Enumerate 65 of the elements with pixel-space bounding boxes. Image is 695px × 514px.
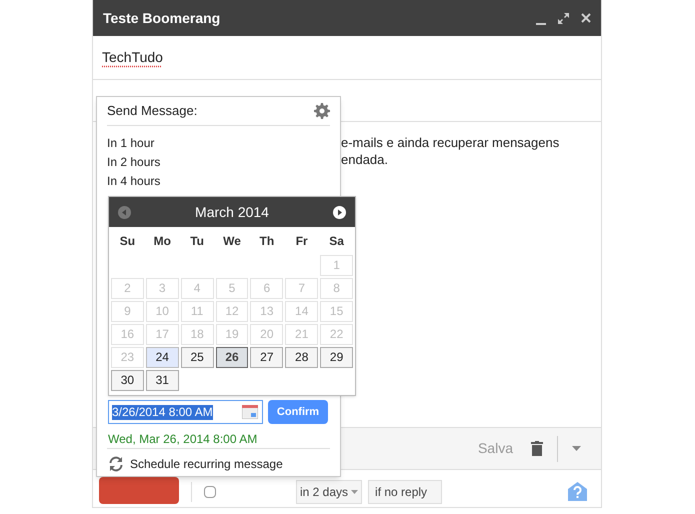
calendar-day: 8 [320,278,353,299]
time-option[interactable]: In 4 hours [107,172,330,191]
calendar-day: 1 [320,255,353,276]
calendar-day: 12 [216,301,248,322]
date-value: 3/26/2014 8:00 AM [112,404,213,420]
weekday-label: Mo [152,233,172,250]
expand-icon[interactable] [558,12,569,24]
calendar-day: 6 [250,278,284,299]
calendar-day: 10 [146,301,179,322]
calendar-day: 3 [146,278,179,299]
weekday-label: Fr [294,233,309,250]
calendar-day[interactable]: 24 [146,347,179,368]
calendar-day: 19 [216,324,248,345]
calendar-day: 5 [216,278,248,299]
calendar-day[interactable]: 25 [180,347,214,368]
calendar-day: 20 [250,324,284,345]
weekday-label: We [222,233,242,250]
trash-icon[interactable] [531,441,543,456]
weekday-label: Th [258,233,276,250]
body-text: endada. [341,151,389,168]
condition-dropdown[interactable]: if no reply [368,480,442,504]
delay-dropdown[interactable]: in 2 days [296,480,362,504]
weekday-label: Tu [189,233,206,250]
previous-icon[interactable] [118,206,131,218]
calendar-day: 18 [180,324,214,345]
calendar-day[interactable]: 28 [285,347,318,368]
calendar-day: 17 [146,324,179,345]
calendar-day: 13 [250,301,284,322]
calendar-icon[interactable] [242,405,258,419]
caret-icon [351,490,358,494]
calendar-day: 7 [285,278,318,299]
weekday-label: Sa [328,233,345,250]
calendar-day[interactable]: 30 [111,370,144,391]
popup-title: Send Message: [107,102,198,120]
calendar-day: 16 [111,324,144,345]
body-text: e-mails e ainda recuperar mensagens [341,134,560,151]
calendar-day: 11 [180,301,214,322]
calendar-day[interactable]: 31 [146,370,179,391]
calendar-day[interactable]: 29 [320,347,353,368]
calendar-day[interactable]: 27 [250,347,284,368]
subject-field[interactable]: TechTudo [102,47,163,68]
calendar-day: 21 [285,324,318,345]
window-title: Teste Boomerang [103,8,222,28]
time-option[interactable]: In 2 hours [107,153,330,172]
calendar-day: 15 [320,301,353,322]
close-icon[interactable] [581,13,591,23]
calendar-day: 9 [111,301,144,322]
calendar-day: 2 [111,278,144,299]
calendar-day: 23 [111,347,144,368]
date-field[interactable]: 3/26/2014 8:00 AM [108,400,263,424]
calendar-day: 22 [320,324,353,345]
caret-icon[interactable] [572,446,581,451]
saved-label: Salva [478,439,513,458]
next-icon[interactable] [333,206,346,218]
calendar-day: 14 [285,301,318,322]
refresh-icon [108,456,124,472]
calendar-day[interactable]: 26 [216,347,248,368]
date-preview: Wed, Mar 26, 2014 8:00 AM [108,431,258,448]
time-option[interactable]: In 1 hour [107,134,330,153]
weekday-label: Su [118,233,136,250]
recurring-link[interactable]: Schedule recurring message [130,455,283,473]
settings-icon[interactable] [314,103,330,119]
checkbox[interactable] [204,486,216,498]
calendar-day: 4 [180,278,214,299]
month-title: March 2014 [195,202,269,222]
